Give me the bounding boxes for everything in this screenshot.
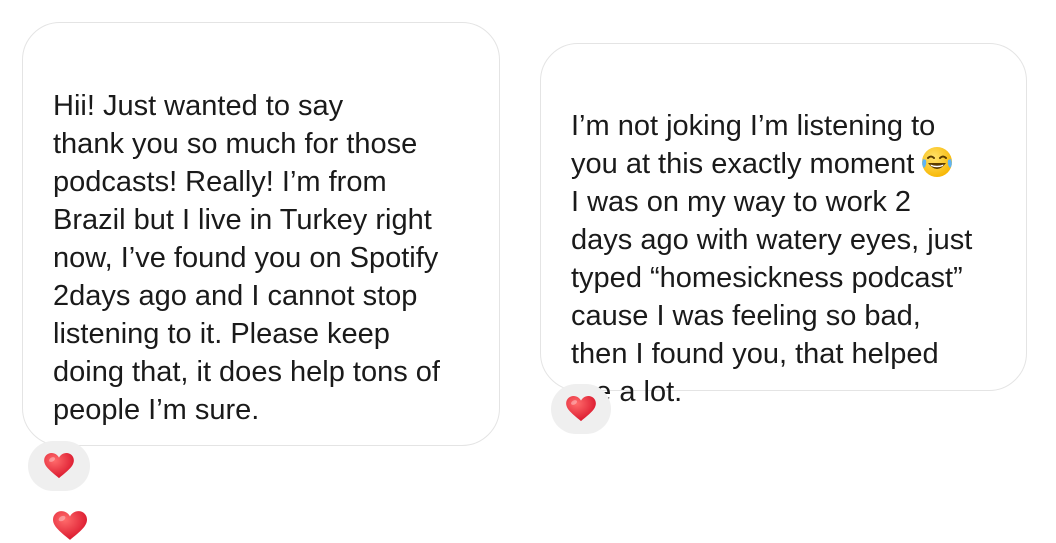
message-bubble-2[interactable]: I’m not joking I’m listening to you at t… — [540, 43, 1027, 408]
tears-of-joy-emoji-icon — [922, 147, 953, 177]
reaction-badge-2[interactable] — [551, 384, 611, 434]
message-text-2-part-2: I was on my way to work 2 days ago with … — [571, 186, 973, 408]
message-bubble-1[interactable]: Hii! Just wanted to say thank you so muc… — [22, 22, 500, 541]
message-text-2-part-1: I’m not joking I’m listening to you at t… — [571, 110, 936, 180]
heart-emoji-icon — [53, 511, 87, 541]
heart-emoji-icon — [566, 396, 596, 422]
message-text-1: Hii! Just wanted to say thank you so muc… — [53, 90, 440, 426]
message-trailing-emoji-1 — [53, 467, 479, 541]
reaction-badge-1[interactable] — [28, 441, 90, 491]
heart-emoji-icon — [44, 453, 74, 479]
